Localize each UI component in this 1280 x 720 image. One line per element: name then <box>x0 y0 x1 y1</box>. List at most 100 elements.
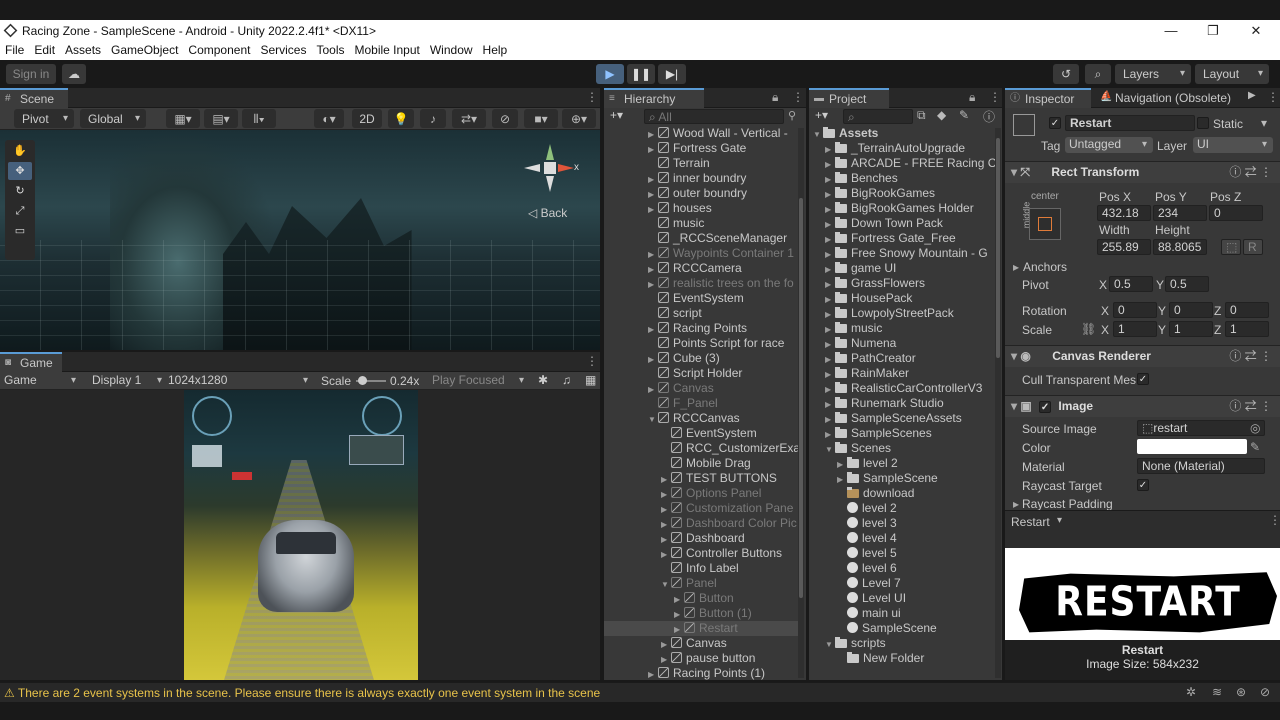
raw-edit-button[interactable]: R <box>1243 239 1263 255</box>
more-options-icon[interactable]: ⋮ <box>586 90 598 104</box>
scale-y-field[interactable]: 1 <box>1169 321 1213 337</box>
add-icon[interactable]: +▾ <box>610 108 623 122</box>
hierarchy-item[interactable]: ▶ Fortress Gate <box>604 141 800 156</box>
hierarchy-item[interactable]: ▶ Button (1) <box>604 606 800 621</box>
project-item[interactable]: ▶ SampleScene <box>809 471 1005 486</box>
pivot-x-field[interactable]: 0.5 <box>1109 276 1153 292</box>
project-item[interactable]: main ui <box>809 606 1005 621</box>
scale-slider-thumb[interactable] <box>358 376 367 385</box>
hierarchy-item[interactable]: ▶ Canvas <box>604 381 800 396</box>
minimize-button[interactable]: — <box>1157 21 1185 41</box>
hierarchy-item[interactable]: ▶ Waypoints Container 1 <box>604 246 800 261</box>
project-item[interactable]: level 2 <box>809 501 1005 516</box>
tab-scroll-icon[interactable]: ▶ <box>1248 90 1256 101</box>
hierarchy-search-input[interactable]: ⌕ All <box>644 109 784 124</box>
scene-gizmo[interactable]: x <box>520 140 580 200</box>
anchors-arrow-icon[interactable]: ▸ <box>1013 260 1019 274</box>
expand-arrow-icon[interactable]: ▼ <box>648 412 658 426</box>
hierarchy-item[interactable]: ▶ Controller Buttons <box>604 546 800 561</box>
grid-snap-icon[interactable]: ▦▾ <box>166 109 200 128</box>
component-menu-icon[interactable]: ⓘ ⇄ ⋮ <box>1229 396 1272 417</box>
play-focused-dropdown[interactable]: Play Focused <box>428 372 530 389</box>
menu-window[interactable]: Window <box>425 42 478 59</box>
expand-arrow-icon[interactable]: ▶ <box>825 397 835 411</box>
hierarchy-item[interactable]: ▶ Button <box>604 591 800 606</box>
gizmos-icon[interactable]: ⊕▾ <box>562 109 596 128</box>
progress-icon[interactable]: ⊘ <box>1260 685 1270 699</box>
expand-arrow-icon[interactable]: ▶ <box>661 502 671 516</box>
hierarchy-item[interactable]: ▶ Restart <box>604 621 800 636</box>
component-menu-icon[interactable]: ⓘ ⇄ ⋮ <box>1229 162 1272 183</box>
hierarchy-item[interactable]: ▶ houses <box>604 201 800 216</box>
snap-increment-icon[interactable]: ▤▾ <box>204 109 238 128</box>
hidden-packages-icon[interactable]: ⓘ <box>983 108 995 125</box>
hierarchy-item[interactable]: ▶ TEST BUTTONS <box>604 471 800 486</box>
hierarchy-item[interactable]: ▶ inner boundry <box>604 171 800 186</box>
scrollbar-thumb[interactable] <box>996 138 1000 358</box>
project-item[interactable]: ▶ HousePack <box>809 291 1005 306</box>
filter-icon[interactable]: ⚲ <box>788 109 796 122</box>
hierarchy-item[interactable]: ▼ Panel <box>604 576 800 591</box>
expand-arrow-icon[interactable]: ▼ <box>813 127 823 141</box>
expand-arrow-icon[interactable]: ▶ <box>648 322 658 336</box>
hierarchy-item[interactable]: Info Label <box>604 561 800 576</box>
hierarchy-item[interactable]: Script Holder <box>604 366 800 381</box>
project-item[interactable]: ▶ level 2 <box>809 456 1005 471</box>
expand-arrow-icon[interactable]: ▶ <box>674 607 684 621</box>
hierarchy-item[interactable]: ▶ Dashboard <box>604 531 800 546</box>
scale-slider[interactable] <box>356 376 386 385</box>
material-field[interactable]: None (Material) <box>1137 458 1265 474</box>
expand-arrow-icon[interactable]: ▶ <box>837 472 847 486</box>
pause-button[interactable]: ❚❚ <box>627 64 655 84</box>
hierarchy-item[interactable]: ▶ RCCCamera <box>604 261 800 276</box>
project-item[interactable]: Level 7 <box>809 576 1005 591</box>
hierarchy-item[interactable]: ▶ Options Panel <box>604 486 800 501</box>
project-item[interactable]: ▶ SampleSceneAssets <box>809 411 1005 426</box>
menu-gameobject[interactable]: GameObject <box>106 42 183 59</box>
game-mode-dropdown[interactable]: Game <box>2 372 82 389</box>
expand-arrow-icon[interactable]: ▶ <box>674 592 684 606</box>
project-item[interactable]: download <box>809 486 1005 501</box>
width-field[interactable]: 255.89 <box>1097 239 1151 255</box>
preview-menu-icon[interactable]: ⋮ <box>1269 513 1280 527</box>
sign-in-button[interactable]: Sign in <box>6 64 56 84</box>
expand-arrow-icon[interactable]: ▶ <box>825 202 835 216</box>
project-item[interactable]: ▶ game UI <box>809 261 1005 276</box>
project-item[interactable]: ▶ PathCreator <box>809 351 1005 366</box>
menu-mobile-input[interactable]: Mobile Input <box>349 42 424 59</box>
more-options-icon[interactable]: ⋮ <box>792 90 804 104</box>
object-name-field[interactable]: Restart <box>1065 115 1195 131</box>
scale-z-field[interactable]: 1 <box>1225 321 1269 337</box>
hand-tool-icon[interactable]: ✋ <box>8 142 32 160</box>
expand-arrow-icon[interactable]: ▼ <box>825 442 835 456</box>
canvas-renderer-header[interactable]: ▾ ◉ Canvas Renderer ⓘ ⇄ ⋮ <box>1005 345 1280 367</box>
menu-help[interactable]: Help <box>478 42 513 59</box>
expand-arrow-icon[interactable]: ▶ <box>661 517 671 531</box>
anchor-presets-button[interactable] <box>1029 208 1061 240</box>
hierarchy-item[interactable]: EventSystem <box>604 291 800 306</box>
2d-toggle[interactable]: 2D <box>352 109 382 128</box>
project-item[interactable]: ▶ BigRookGames Holder <box>809 201 1005 216</box>
expand-arrow-icon[interactable]: ▶ <box>825 142 835 156</box>
expand-arrow-icon[interactable]: ▶ <box>825 187 835 201</box>
menu-component[interactable]: Component <box>183 42 255 59</box>
gizmo-neg-y-axis[interactable] <box>546 176 554 192</box>
hierarchy-item[interactable]: ▶ Customization Pane <box>604 501 800 516</box>
expand-arrow-icon[interactable]: ▶ <box>825 247 835 261</box>
tab-game[interactable]: ◙ Game <box>0 352 62 372</box>
expand-arrow-icon[interactable]: ▶ <box>825 232 835 246</box>
expand-arrow-icon[interactable]: ▶ <box>648 142 658 156</box>
expand-arrow-icon[interactable]: ▶ <box>661 487 671 501</box>
hierarchy-item[interactable]: ▶ Dashboard Color Pic <box>604 516 800 531</box>
rect-transform-header[interactable]: ▾ ⤧ Rect Transform ⓘ ⇄ ⋮ <box>1005 161 1280 183</box>
pivot-dropdown[interactable]: Pivot <box>14 109 74 129</box>
hierarchy-item[interactable]: F_Panel <box>604 396 800 411</box>
expand-arrow-icon[interactable]: ▼ <box>661 577 671 591</box>
cull-checkbox[interactable]: ✓ <box>1137 373 1149 385</box>
project-item[interactable]: ▶ music <box>809 321 1005 336</box>
expand-arrow-icon[interactable]: ▶ <box>825 262 835 276</box>
audio-icon[interactable]: ♪ <box>420 109 446 128</box>
expand-arrow-icon[interactable]: ▶ <box>648 127 658 141</box>
expand-arrow-icon[interactable]: ▶ <box>837 457 847 471</box>
project-item[interactable]: Level UI <box>809 591 1005 606</box>
